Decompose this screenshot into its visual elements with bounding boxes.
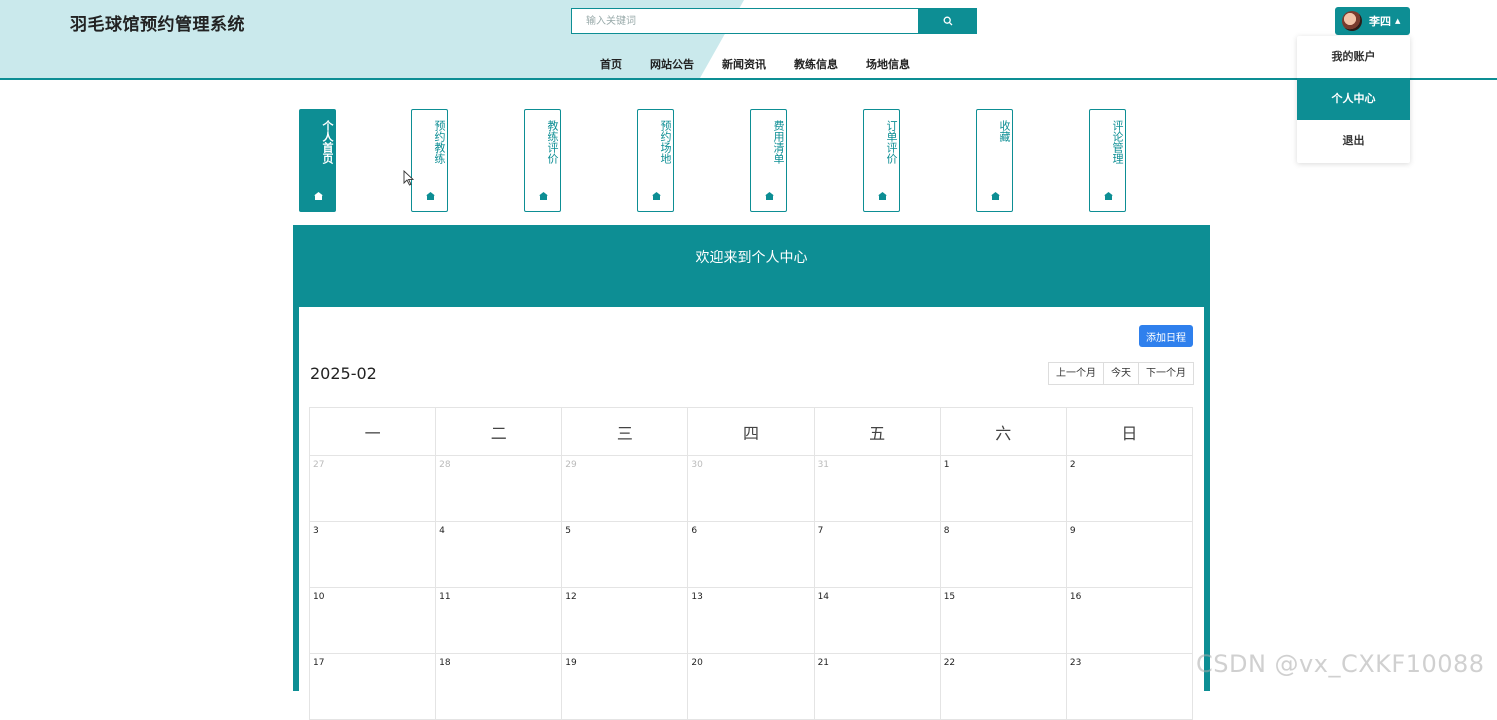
tab-label: 预约教练: [433, 120, 446, 164]
mouse-pointer-icon: [403, 170, 414, 186]
user-dropdown: 我的账户 个人中心 退出: [1297, 36, 1410, 163]
home-icon: [1104, 192, 1113, 200]
weekday-sun: 日: [1065, 407, 1194, 456]
home-icon: [878, 192, 887, 200]
nav-news[interactable]: 新闻资讯: [722, 56, 766, 72]
calendar-day[interactable]: 23: [1065, 653, 1194, 720]
user-menu-button[interactable]: 李四 ▲: [1335, 7, 1410, 35]
welcome-title: 欢迎来到个人中心: [695, 250, 808, 266]
calendar-day[interactable]: 20: [687, 653, 815, 720]
menu-personal-center[interactable]: 个人中心: [1297, 78, 1410, 120]
home-icon: [991, 192, 1000, 200]
calendar-day[interactable]: 29: [561, 455, 689, 522]
weekday-tue: 二: [435, 407, 563, 456]
search-box: [571, 8, 919, 34]
calendar-day[interactable]: 10: [308, 587, 437, 654]
tab-label: 教练评价: [546, 120, 559, 164]
nav-coaches[interactable]: 教练信息: [794, 56, 838, 72]
calendar-grid: 一 二 三 四 五 六 日 27 28 29 30 31 1 2 3 4 5 6…: [308, 407, 1194, 720]
tab-comment-manage[interactable]: 评论管理: [1089, 109, 1126, 212]
calendar-day[interactable]: 12: [561, 587, 689, 654]
calendar-day[interactable]: 27: [308, 455, 437, 522]
calendar-day[interactable]: 7: [813, 521, 941, 588]
nav-venues[interactable]: 场地信息: [866, 56, 910, 72]
caret-up-icon: ▲: [1395, 17, 1401, 25]
weekday-thu: 四: [687, 407, 815, 456]
calendar-day[interactable]: 3: [308, 521, 437, 588]
calendar-day[interactable]: 1: [939, 455, 1067, 522]
calendar-month: 2025-02: [310, 364, 377, 383]
menu-my-account[interactable]: 我的账户: [1297, 36, 1410, 78]
search-input[interactable]: [572, 9, 918, 34]
user-name: 李四: [1369, 15, 1391, 28]
calendar-day[interactable]: 21: [813, 653, 941, 720]
avatar: [1342, 11, 1362, 31]
next-month-button[interactable]: 下一个月: [1139, 363, 1193, 384]
calendar-nav: 上一个月 今天 下一个月: [1048, 362, 1194, 385]
calendar-day[interactable]: 9: [1065, 521, 1194, 588]
weekday-wed: 三: [561, 407, 689, 456]
main-nav: 首页 网站公告 新闻资讯 教练信息 场地信息: [600, 56, 938, 72]
home-icon: [314, 192, 323, 200]
calendar-week: 17 18 19 20 21 22 23: [308, 653, 1194, 720]
calendar-week: 3 4 5 6 7 8 9: [308, 521, 1194, 588]
calendar-day[interactable]: 31: [813, 455, 941, 522]
calendar-day[interactable]: 14: [813, 587, 941, 654]
tab-fee-list[interactable]: 费用清单: [750, 109, 787, 212]
calendar-day[interactable]: 17: [308, 653, 437, 720]
top-header: 羽毛球馆预约管理系统 首页 网站公告 新闻资讯 教练信息 场地信息: [0, 0, 1497, 80]
calendar-day[interactable]: 15: [939, 587, 1067, 654]
home-icon: [652, 192, 661, 200]
tab-favorites[interactable]: 收藏: [976, 109, 1013, 212]
home-icon: [765, 192, 774, 200]
calendar-day[interactable]: 11: [435, 587, 563, 654]
today-button[interactable]: 今天: [1104, 363, 1139, 384]
tab-coach-review[interactable]: 教练评价: [524, 109, 561, 212]
calendar-week: 10 11 12 13 14 15 16: [308, 587, 1194, 654]
tab-book-venue[interactable]: 预约场地: [637, 109, 674, 212]
menu-logout[interactable]: 退出: [1297, 120, 1410, 162]
add-schedule-button[interactable]: 添加日程: [1139, 325, 1193, 347]
home-icon: [539, 192, 548, 200]
calendar-day[interactable]: 28: [435, 455, 563, 522]
calendar-day[interactable]: 30: [687, 455, 815, 522]
calendar-day[interactable]: 22: [939, 653, 1067, 720]
calendar-day[interactable]: 16: [1065, 587, 1194, 654]
tab-book-coach[interactable]: 预约教练: [411, 109, 448, 212]
tab-order-review[interactable]: 订单评价: [863, 109, 900, 212]
tab-label: 订单评价: [885, 120, 898, 164]
calendar-day[interactable]: 4: [435, 521, 563, 588]
weekday-header: 一 二 三 四 五 六 日: [308, 407, 1194, 456]
calendar-day[interactable]: 19: [561, 653, 689, 720]
calendar-day[interactable]: 18: [435, 653, 563, 720]
calendar-day[interactable]: 8: [939, 521, 1067, 588]
prev-month-button[interactable]: 上一个月: [1049, 363, 1104, 384]
search-icon: [943, 16, 953, 26]
tab-label: 费用清单: [772, 120, 785, 164]
weekday-mon: 一: [308, 407, 437, 456]
tab-label: 收藏: [998, 120, 1011, 142]
calendar-week: 27 28 29 30 31 1 2: [308, 455, 1194, 522]
calendar-day[interactable]: 13: [687, 587, 815, 654]
search-button[interactable]: [919, 8, 977, 34]
tab-label: 预约场地: [659, 120, 672, 164]
home-icon: [426, 192, 435, 200]
csdn-watermark: CSDN @vx_CXKF10088: [1196, 650, 1485, 678]
calendar-day[interactable]: 5: [561, 521, 689, 588]
calendar-day[interactable]: 2: [1065, 455, 1194, 522]
nav-announcements[interactable]: 网站公告: [650, 56, 694, 72]
tab-label: 评论管理: [1111, 120, 1124, 164]
calendar-day[interactable]: 6: [687, 521, 815, 588]
tab-personal-home[interactable]: 个人首页: [299, 109, 336, 212]
weekday-fri: 五: [813, 407, 941, 456]
nav-home[interactable]: 首页: [600, 56, 622, 72]
site-title: 羽毛球馆预约管理系统: [70, 15, 245, 35]
weekday-sat: 六: [939, 407, 1067, 456]
tab-label: 个人首页: [321, 120, 334, 164]
